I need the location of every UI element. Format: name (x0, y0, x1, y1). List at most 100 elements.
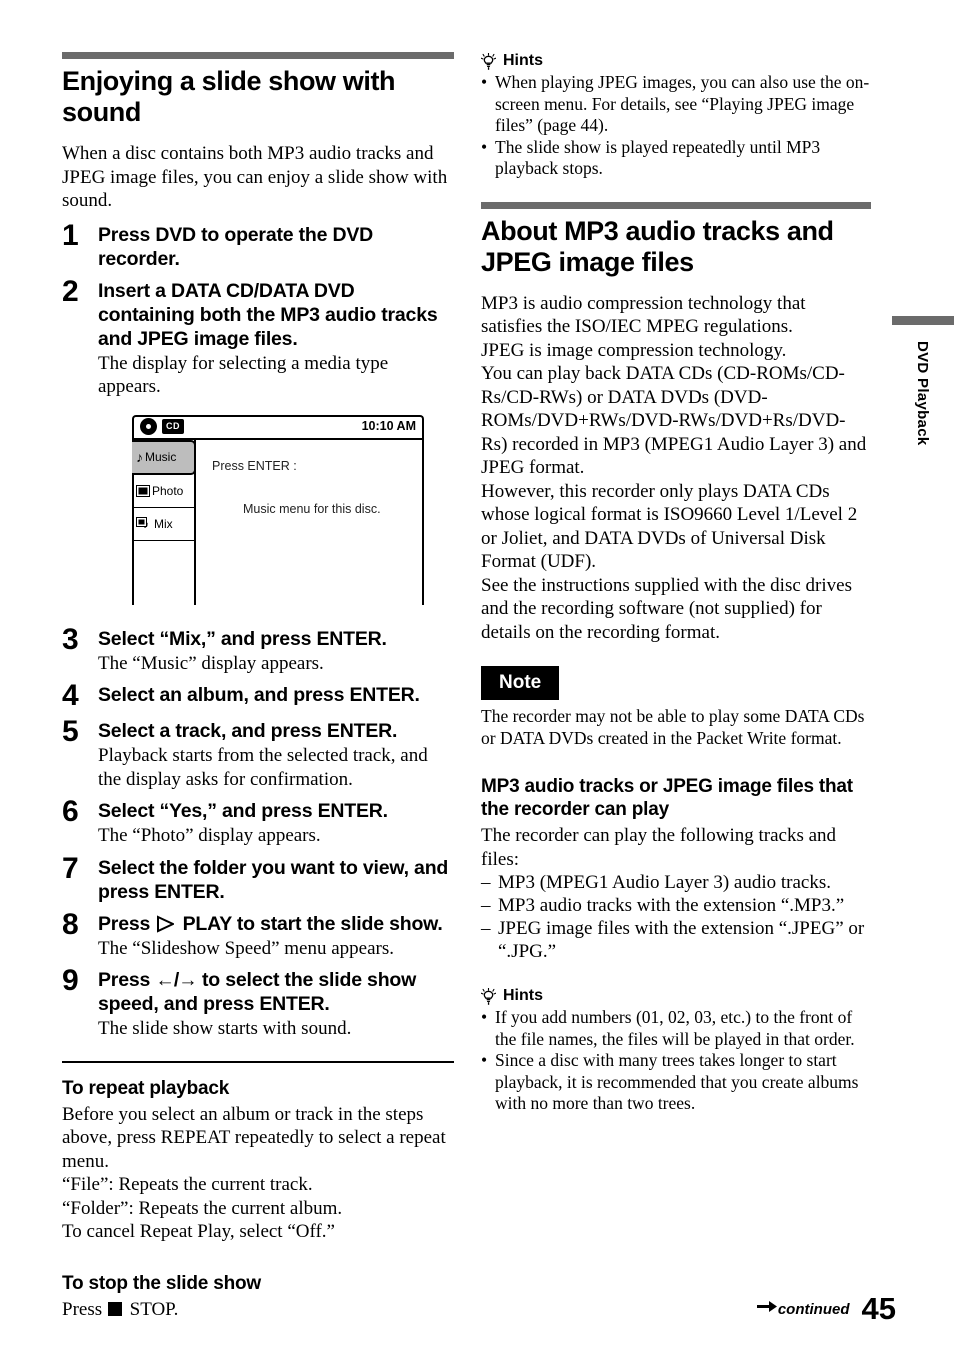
manual-page: Enjoying a slide show with sound When a … (0, 0, 954, 1352)
step-heading: Press DVD to operate the DVD recorder. (98, 223, 374, 270)
step-heading-after: PLAY to start the slide show. (182, 912, 443, 935)
lightbulb-icon (480, 986, 497, 1005)
playable-item-text: MP3 (MPEG1 Audio Layer 3) audio tracks. (498, 872, 831, 893)
hints-block-top: Hints • When playing JPEG images, you can… (480, 51, 871, 180)
step-item: 4 Select an album, and press ENTER. (62, 681, 454, 711)
step-list: 1 Press DVD to operate the DVD recorder.… (62, 218, 454, 1041)
hint-text: Since a disc with many trees takes longe… (495, 1050, 859, 1113)
stop-instruction: Press STOP. (62, 1298, 454, 1322)
continued-label: continued (777, 1300, 850, 1318)
repeat-folder-line: “Folder”: Repeats the current album. (62, 1197, 343, 1219)
repeat-paragraph: Before you select an album or track in t… (62, 1103, 446, 1172)
intro-paragraph: When a disc contains both MP3 audio trac… (62, 143, 448, 211)
menu-empty-slot (132, 541, 194, 604)
note-badge: Note (481, 666, 560, 700)
section-divider (62, 1060, 454, 1063)
hint-text: When playing JPEG images, you can also u… (495, 72, 870, 135)
screen-content-area: Press ENTER : Music menu for this disc. (198, 440, 422, 605)
bullet-icon: • (481, 1007, 488, 1027)
clock-label: 10:10 AM (361, 419, 416, 433)
playable-item-text: MP3 audio tracks with the extension “.MP… (498, 895, 845, 916)
hints-heading: Hints (480, 986, 871, 1005)
playable-item: – JPEG image files with the extension “.J… (481, 917, 871, 963)
page-footer: continued 45 (756, 1291, 896, 1326)
step-item: 5 Select a track, and press ENTER. Playb… (62, 717, 454, 791)
section-rule (62, 52, 454, 59)
menu-item-label: Music (145, 450, 177, 464)
step-number: 3 (62, 622, 79, 656)
step-item: 1 Press DVD to operate the DVD recorder. (62, 218, 454, 271)
hints-items: • When playing JPEG images, you can also … (481, 72, 871, 180)
hint-text: The slide show is played repeatedly unti… (495, 136, 821, 179)
side-tab-bar (892, 316, 954, 325)
hints-block-bottom: Hints • If you add numbers (01, 02, 03, e… (480, 986, 871, 1115)
hint-item: • Since a disc with many trees takes long… (481, 1050, 871, 1115)
disc-icon (140, 417, 157, 435)
hint-item: • When playing JPEG images, you can also … (481, 72, 871, 137)
playable-files-heading: MP3 audio tracks or JPEG image files tha… (481, 776, 853, 820)
right-arrow-icon (756, 1300, 777, 1318)
step-number: 2 (62, 274, 79, 308)
lightbulb-icon (480, 51, 497, 70)
device-screen-illustration: CD 10:10 AM ♪ Music Photo ♪ Mix Press EN… (132, 414, 426, 607)
note-block: Note The recorder may not be able to pla… (481, 644, 871, 749)
step-heading: Select “Mix,” and press ENTER. (98, 627, 387, 650)
mp3-paragraph: You can play back DATA CDs (CD-ROMs/CD-R… (481, 363, 867, 478)
screen-titlebar: CD 10:10 AM (132, 415, 424, 440)
menu-item-label: Mix (154, 516, 173, 531)
hint-item: • If you add numbers (01, 02, 03, etc.) t… (481, 1007, 871, 1050)
right-column: Hints • When playing JPEG images, you can… (480, 51, 871, 1115)
step-heading-before: Press (98, 912, 151, 935)
playable-intro: The recorder can play the following trac… (481, 825, 837, 870)
playable-item: – MP3 audio tracks with the extension “.M… (481, 894, 871, 917)
repeat-playback-heading: To repeat playback (62, 1077, 230, 1099)
left-right-arrow-icon: ←/→ (155, 969, 197, 991)
section-rule (481, 201, 871, 209)
screen-prompt: Press ENTER : (212, 458, 297, 473)
step-heading-before: Press (98, 969, 151, 991)
step-item: 3 Select “Mix,” and press ENTER. The “Mu… (62, 622, 454, 676)
step-number: 4 (62, 679, 79, 712)
music-note-icon: ♪ (136, 449, 143, 465)
dash-icon: – (481, 872, 491, 893)
step-description: The “Slideshow Speed” menu appears. (98, 937, 394, 959)
menu-item-music[interactable]: ♪ Music (132, 439, 196, 475)
repeat-file-line: “File”: Repeats the current track. (62, 1174, 313, 1195)
step-heading: Press PLAY to start the slide show. (98, 912, 454, 936)
stop-slideshow-heading: To stop the slide show (62, 1272, 261, 1294)
playable-item: – MP3 (MPEG1 Audio Layer 3) audio tracks. (481, 871, 871, 894)
mp3-paragraph: See the instructions supplied with the d… (481, 574, 852, 643)
step-item: 8 Press PLAY to start the slide show. Th… (62, 909, 454, 961)
stop-label: STOP. (129, 1298, 179, 1320)
bullet-icon: • (481, 136, 488, 157)
dash-icon: – (481, 918, 491, 939)
hints-label: Hints (503, 52, 543, 69)
page-number: 45 (861, 1291, 896, 1326)
playable-item-text: JPEG image files with the extension “.JP… (498, 918, 865, 962)
bullet-icon: • (481, 72, 488, 92)
media-type-badge: CD (162, 418, 184, 434)
continued-marker: continued (756, 1300, 850, 1324)
step-heading: Press ←/→ to select the slide show speed… (98, 968, 454, 1016)
step-heading: Insert a DATA CD/DATA DVD containing bot… (98, 279, 438, 350)
photo-icon (136, 484, 150, 497)
left-column: Enjoying a slide show with sound When a … (62, 52, 454, 1321)
screen-message: Music menu for this disc. (243, 501, 381, 516)
stop-press-label: Press (62, 1298, 103, 1320)
note-text: The recorder may not be able to play som… (481, 706, 865, 748)
dash-icon: – (481, 895, 491, 916)
page-title: Enjoying a slide show with sound (62, 66, 396, 127)
menu-item-mix[interactable]: ♪ Mix (132, 508, 194, 541)
step-number: 6 (62, 795, 79, 828)
hints-items: • If you add numbers (01, 02, 03, etc.) t… (481, 1007, 871, 1115)
side-tab-label: DVD Playback (914, 341, 931, 446)
step-number: 1 (62, 218, 79, 252)
mp3-paragraph: However, this recorder only plays DATA C… (481, 480, 858, 573)
mp3-paragraph: JPEG is image compression technology. (481, 339, 787, 361)
menu-item-photo[interactable]: Photo (132, 475, 194, 508)
step-description: The slide show starts with sound. (98, 1018, 352, 1039)
hint-text: If you add numbers (01, 02, 03, etc.) to… (495, 1007, 855, 1049)
bullet-icon: • (481, 1050, 488, 1070)
step-number: 9 (62, 964, 79, 997)
chapter-side-tab: DVD Playback (892, 316, 954, 445)
